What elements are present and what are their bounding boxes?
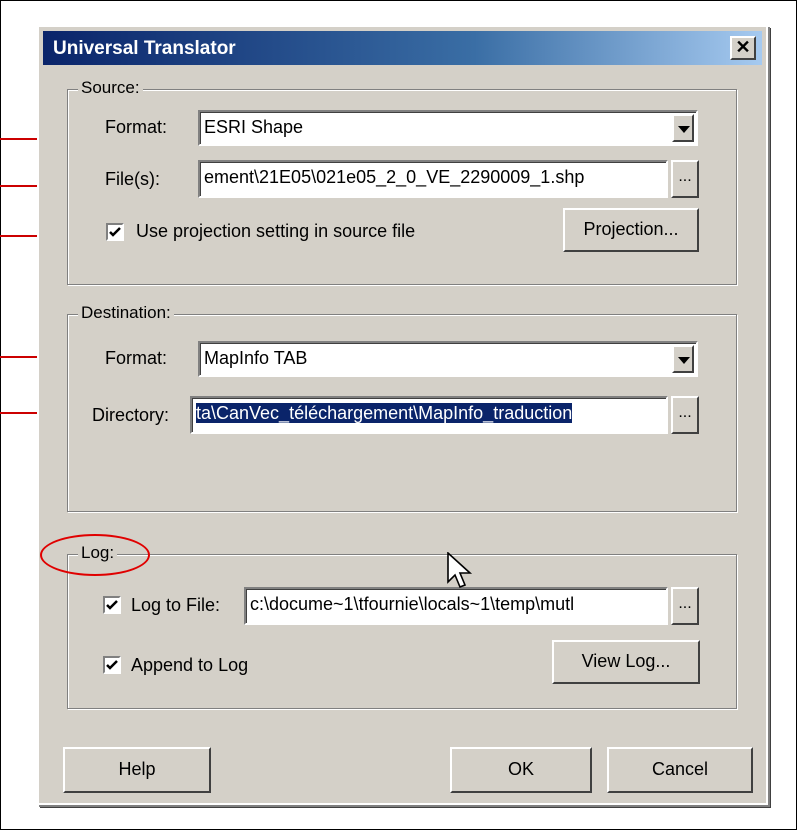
browse-label: ...	[678, 595, 692, 612]
source-browse-button[interactable]: ...	[671, 160, 699, 198]
close-icon: ✕	[735, 37, 751, 57]
destination-format-value: MapInfo TAB	[204, 348, 308, 368]
help-button-label: Help	[118, 759, 156, 779]
source-files-input[interactable]: ement\21E05\021e05_2_0_VE_2290009_1.shp	[198, 160, 668, 198]
help-button[interactable]: Help	[63, 747, 211, 793]
log-file-input[interactable]: c:\docume~1\tfournie\locals~1\temp\mutl	[244, 587, 668, 625]
title-bar[interactable]: Universal Translator ✕	[43, 31, 762, 65]
ok-button-label: OK	[507, 759, 534, 779]
destination-format-dropdown[interactable]: MapInfo TAB	[198, 341, 698, 377]
window-title: Universal Translator	[53, 38, 236, 59]
use-projection-checkbox[interactable]	[106, 223, 124, 241]
destination-format-label: Format:	[105, 348, 168, 368]
cancel-button-label: Cancel	[651, 759, 709, 779]
projection-button[interactable]: Projection...	[563, 208, 699, 252]
log-browse-button[interactable]: ...	[671, 587, 699, 625]
destination-directory-input[interactable]: ta\CanVec_téléchargement\MapInfo_traduct…	[190, 396, 668, 434]
use-projection-label: Use projection setting in source file	[136, 221, 416, 241]
destination-group: Destination: Format: MapInfo TAB Directo…	[67, 303, 737, 512]
chevron-down-icon[interactable]	[672, 114, 694, 142]
cancel-button[interactable]: Cancel	[607, 747, 753, 793]
append-to-log-checkbox[interactable]	[103, 656, 121, 674]
view-log-button-label: View Log...	[581, 651, 671, 671]
source-files-label: File(s):	[105, 169, 160, 189]
log-group: Log: Log to File: c:\docume~1\tfournie\l…	[67, 543, 737, 709]
browse-label: ...	[678, 404, 692, 421]
source-group: Source: Format: ESRI Shape File(s): emen…	[67, 78, 737, 285]
log-file-value: c:\docume~1\tfournie\locals~1\temp\mutl	[250, 594, 575, 614]
append-to-log-label: Append to Log	[131, 655, 249, 675]
destination-browse-button[interactable]: ...	[671, 396, 699, 434]
source-format-value: ESRI Shape	[204, 117, 304, 137]
checkmark-icon	[106, 660, 118, 670]
source-files-value: ement\21E05\021e05_2_0_VE_2290009_1.shp	[204, 167, 585, 187]
checkmark-icon	[109, 227, 121, 237]
destination-directory-label: Directory:	[92, 405, 170, 425]
log-to-file-checkbox[interactable]	[103, 596, 121, 614]
chevron-down-icon[interactable]	[672, 345, 694, 373]
source-format-label: Format:	[105, 117, 168, 137]
universal-translator-dialog: Universal Translator ✕ Source: Format: E…	[37, 25, 768, 805]
annotation-ellipse-log	[40, 534, 150, 576]
mouse-pointer-icon	[447, 552, 473, 589]
projection-button-label: Projection...	[583, 219, 679, 239]
log-to-file-label: Log to File:	[131, 595, 221, 615]
source-format-dropdown[interactable]: ESRI Shape	[198, 110, 698, 146]
destination-directory-value: ta\CanVec_téléchargement\MapInfo_traduct…	[196, 403, 573, 423]
checkmark-icon	[106, 600, 118, 610]
destination-legend: Destination:	[78, 303, 174, 323]
source-legend: Source:	[78, 78, 143, 98]
ok-button[interactable]: OK	[450, 747, 592, 793]
browse-label: ...	[678, 168, 692, 185]
view-log-button[interactable]: View Log...	[552, 640, 700, 684]
close-button[interactable]: ✕	[730, 36, 756, 60]
